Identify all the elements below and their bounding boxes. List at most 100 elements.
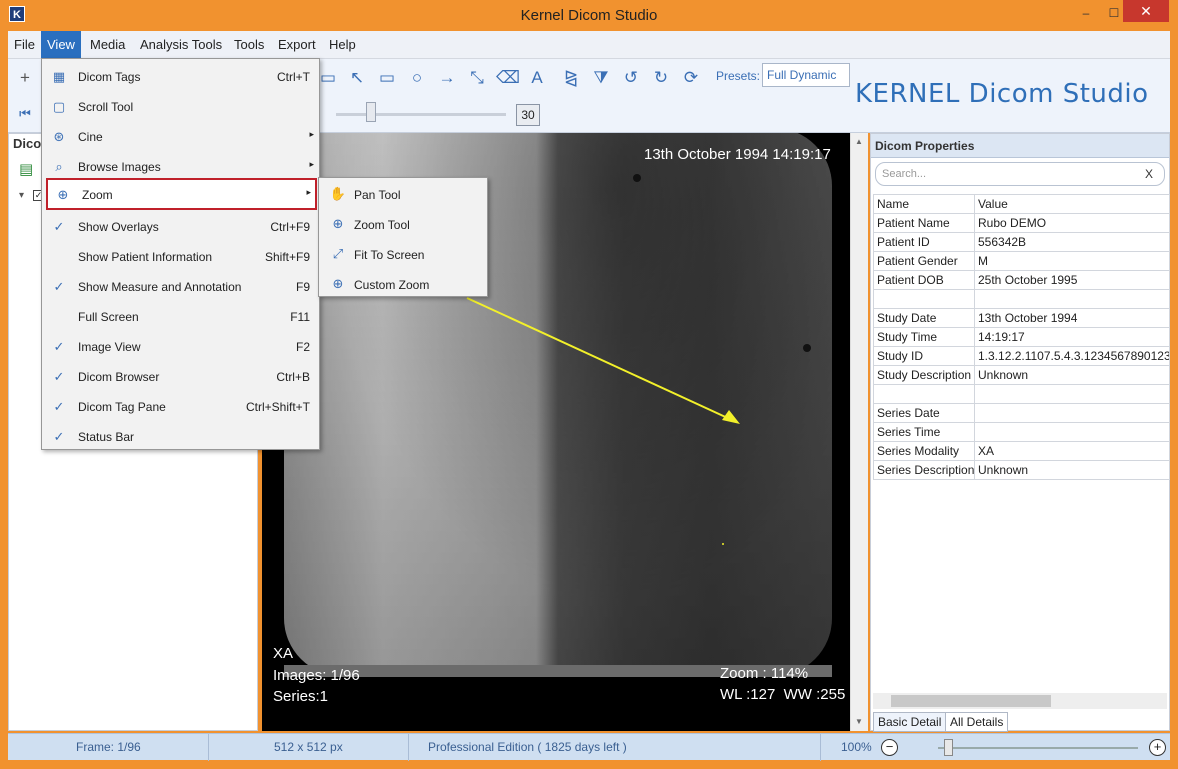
table-row[interactable]: Patient DOB 25th October 1995 [873, 270, 1170, 290]
frame-slider-thumb[interactable] [366, 102, 376, 122]
table-row[interactable]: Series Description Unknown [873, 460, 1170, 480]
rectangle-icon[interactable]: ▭ [376, 67, 398, 89]
close-button[interactable]: ✕ [1123, 0, 1169, 22]
view-menu-item-show-overlays[interactable]: ✓ Show Overlays Ctrl+F9 [44, 212, 318, 241]
view-menu-item-status-bar[interactable]: ✓ Status Bar [44, 422, 318, 451]
menu-file[interactable]: File [8, 31, 41, 59]
title-bar: K Kernel Dicom Studio – ☐ ✕ [0, 0, 1178, 31]
tree-expand-icon[interactable]: ▾ [19, 190, 24, 201]
tab-basic-detail[interactable]: Basic Detail [873, 712, 947, 732]
menu-media[interactable]: Media [84, 31, 131, 59]
rotate-left-icon[interactable]: ↺ [620, 67, 642, 89]
view-menu-item-full-screen[interactable]: Full Screen F11 [44, 302, 318, 331]
table-row[interactable] [873, 384, 1170, 404]
zoom-slider-thumb[interactable] [944, 739, 953, 756]
property-value: M [974, 251, 1170, 271]
view-menu-item-image-view[interactable]: ✓ Image View F2 [44, 332, 318, 361]
table-row[interactable]: Series Date [873, 403, 1170, 423]
frame-slider-track[interactable] [336, 113, 506, 116]
eraser-icon[interactable]: ⌫ [496, 67, 520, 89]
properties-horizontal-scrollbar[interactable] [873, 693, 1167, 709]
horizontal-scroll-thumb[interactable] [891, 695, 1051, 707]
zoom-submenu-item-zoom-tool[interactable]: ⊕ Zoom Tool [321, 210, 487, 238]
zoom-out-button[interactable]: − [881, 739, 898, 756]
view-menu-item-show-measure-and-annotation[interactable]: ✓ Show Measure and Annotation F9 [44, 272, 318, 301]
scroll-down-icon[interactable]: ▼ [855, 717, 863, 726]
flip-horizontal-icon[interactable]: ⧎ [560, 67, 582, 89]
view-menu-item-cine[interactable]: ⊛ Cine ▸ [44, 122, 318, 151]
table-row[interactable]: Patient Name Rubo DEMO [873, 213, 1170, 233]
property-name: Study ID [873, 346, 975, 366]
menu-item-label: Pan Tool [354, 188, 401, 202]
table-row[interactable] [873, 289, 1170, 309]
table-row[interactable]: Series Modality XA [873, 441, 1170, 461]
table-header-row: Name Value [873, 194, 1170, 214]
scroll-up-icon[interactable]: ▲ [855, 137, 863, 146]
submenu-arrow-icon: ▸ [306, 187, 311, 197]
table-row[interactable]: Study ID 1.3.12.2.1107.5.4.3.123456789012… [873, 346, 1170, 366]
view-menu-item-scroll-tool[interactable]: ▢ Scroll Tool [44, 92, 318, 121]
view-menu-item-show-patient-information[interactable]: Show Patient Information Shift+F9 [44, 242, 318, 271]
zoom-submenu-item-fit-to-screen[interactable]: ⤢ Fit To Screen [321, 240, 487, 268]
zoom-submenu-item-custom-zoom[interactable]: ⊕ Custom Zoom [321, 270, 487, 298]
app-window: K Kernel Dicom Studio – ☐ ✕ File View Me… [0, 0, 1178, 769]
menu-analysis-tools[interactable]: Analysis Tools [134, 31, 228, 59]
menu-export[interactable]: Export [272, 31, 322, 59]
line-icon[interactable]: ⤡ [466, 67, 488, 89]
check-icon: ✓ [53, 339, 65, 354]
pointer-icon[interactable]: ↖ [346, 67, 368, 89]
add-icon[interactable]: + [14, 67, 36, 89]
properties-search-input[interactable]: Search... [875, 162, 1165, 186]
text-icon[interactable]: A [526, 67, 548, 89]
menu-item-label: Show Overlays [78, 220, 159, 234]
table-row[interactable]: Study Date 13th October 1994 [873, 308, 1170, 328]
properties-table: Name Value Patient Name Rubo DEMO Patient … [873, 194, 1170, 480]
column-header-name[interactable]: Name [873, 194, 975, 214]
ellipse-icon[interactable]: ○ [406, 67, 428, 89]
reset-icon[interactable]: ⟳ [680, 67, 702, 89]
zoom-submenu-item-pan-tool[interactable]: ✋ Pan Tool [321, 180, 487, 208]
check-icon: ✓ [53, 279, 65, 294]
property-value: Unknown [974, 365, 1170, 385]
rotate-right-icon[interactable]: ↻ [650, 67, 672, 89]
annotation-point [722, 543, 724, 545]
tab-all-details[interactable]: All Details [945, 712, 1009, 732]
property-value [974, 384, 1170, 404]
magnifier-icon: ⌕ [55, 159, 63, 174]
table-row[interactable]: Study Description Unknown [873, 365, 1170, 385]
zoom-in-button[interactable]: + [1149, 739, 1166, 756]
table-row[interactable]: Patient Gender M [873, 251, 1170, 271]
window-title: Kernel Dicom Studio [520, 7, 658, 24]
table-row[interactable]: Series Time [873, 422, 1170, 442]
menu-item-shortcut: F9 [295, 280, 310, 294]
monitor-icon[interactable]: ▭ [317, 67, 339, 89]
menu-item-label: Zoom [82, 188, 113, 202]
first-frame-icon[interactable]: ⏮ [14, 103, 36, 125]
viewer-scrollbar[interactable]: ▲ ▼ [850, 133, 868, 731]
view-menu-item-dicom-tags[interactable]: ▦ Dicom Tags Ctrl+T [44, 62, 318, 91]
overlay-datetime: 13th October 1994 14:19:17 [644, 146, 831, 163]
frame-number[interactable]: 30 [516, 104, 540, 126]
check-icon: ✓ [53, 399, 65, 414]
presets-dropdown[interactable]: Full Dynamic [762, 63, 850, 87]
view-menu-item-browse-images[interactable]: ⌕ Browse Images ▸ [44, 152, 318, 181]
check-icon: ✓ [53, 369, 65, 384]
view-menu-item-zoom[interactable]: ⊕ Zoom ▸ [46, 178, 317, 210]
view-menu-item-dicom-tag-pane[interactable]: ✓ Dicom Tag Pane Ctrl+Shift+T [44, 392, 318, 421]
menu-view[interactable]: View [41, 31, 81, 59]
zoom-slider-track[interactable] [938, 747, 1138, 749]
search-clear-button[interactable]: X [1145, 167, 1153, 181]
flip-vertical-icon[interactable]: ⧩ [590, 67, 612, 89]
minimize-button[interactable]: – [1074, 4, 1098, 22]
property-value [974, 403, 1170, 423]
view-menu-item-dicom-browser[interactable]: ✓ Dicom Browser Ctrl+B [44, 362, 318, 391]
table-row[interactable]: Study Time 14:19:17 [873, 327, 1170, 347]
menu-item-label: Browse Images [78, 160, 161, 174]
column-header-value[interactable]: Value [974, 194, 1170, 214]
menu-help[interactable]: Help [323, 31, 362, 59]
menu-tools[interactable]: Tools [228, 31, 270, 59]
document-icon[interactable]: ▤ [19, 160, 33, 178]
table-row[interactable]: Patient ID 556342B [873, 232, 1170, 252]
arrow-icon[interactable]: → [436, 67, 458, 89]
property-name: Patient Gender [873, 251, 975, 271]
